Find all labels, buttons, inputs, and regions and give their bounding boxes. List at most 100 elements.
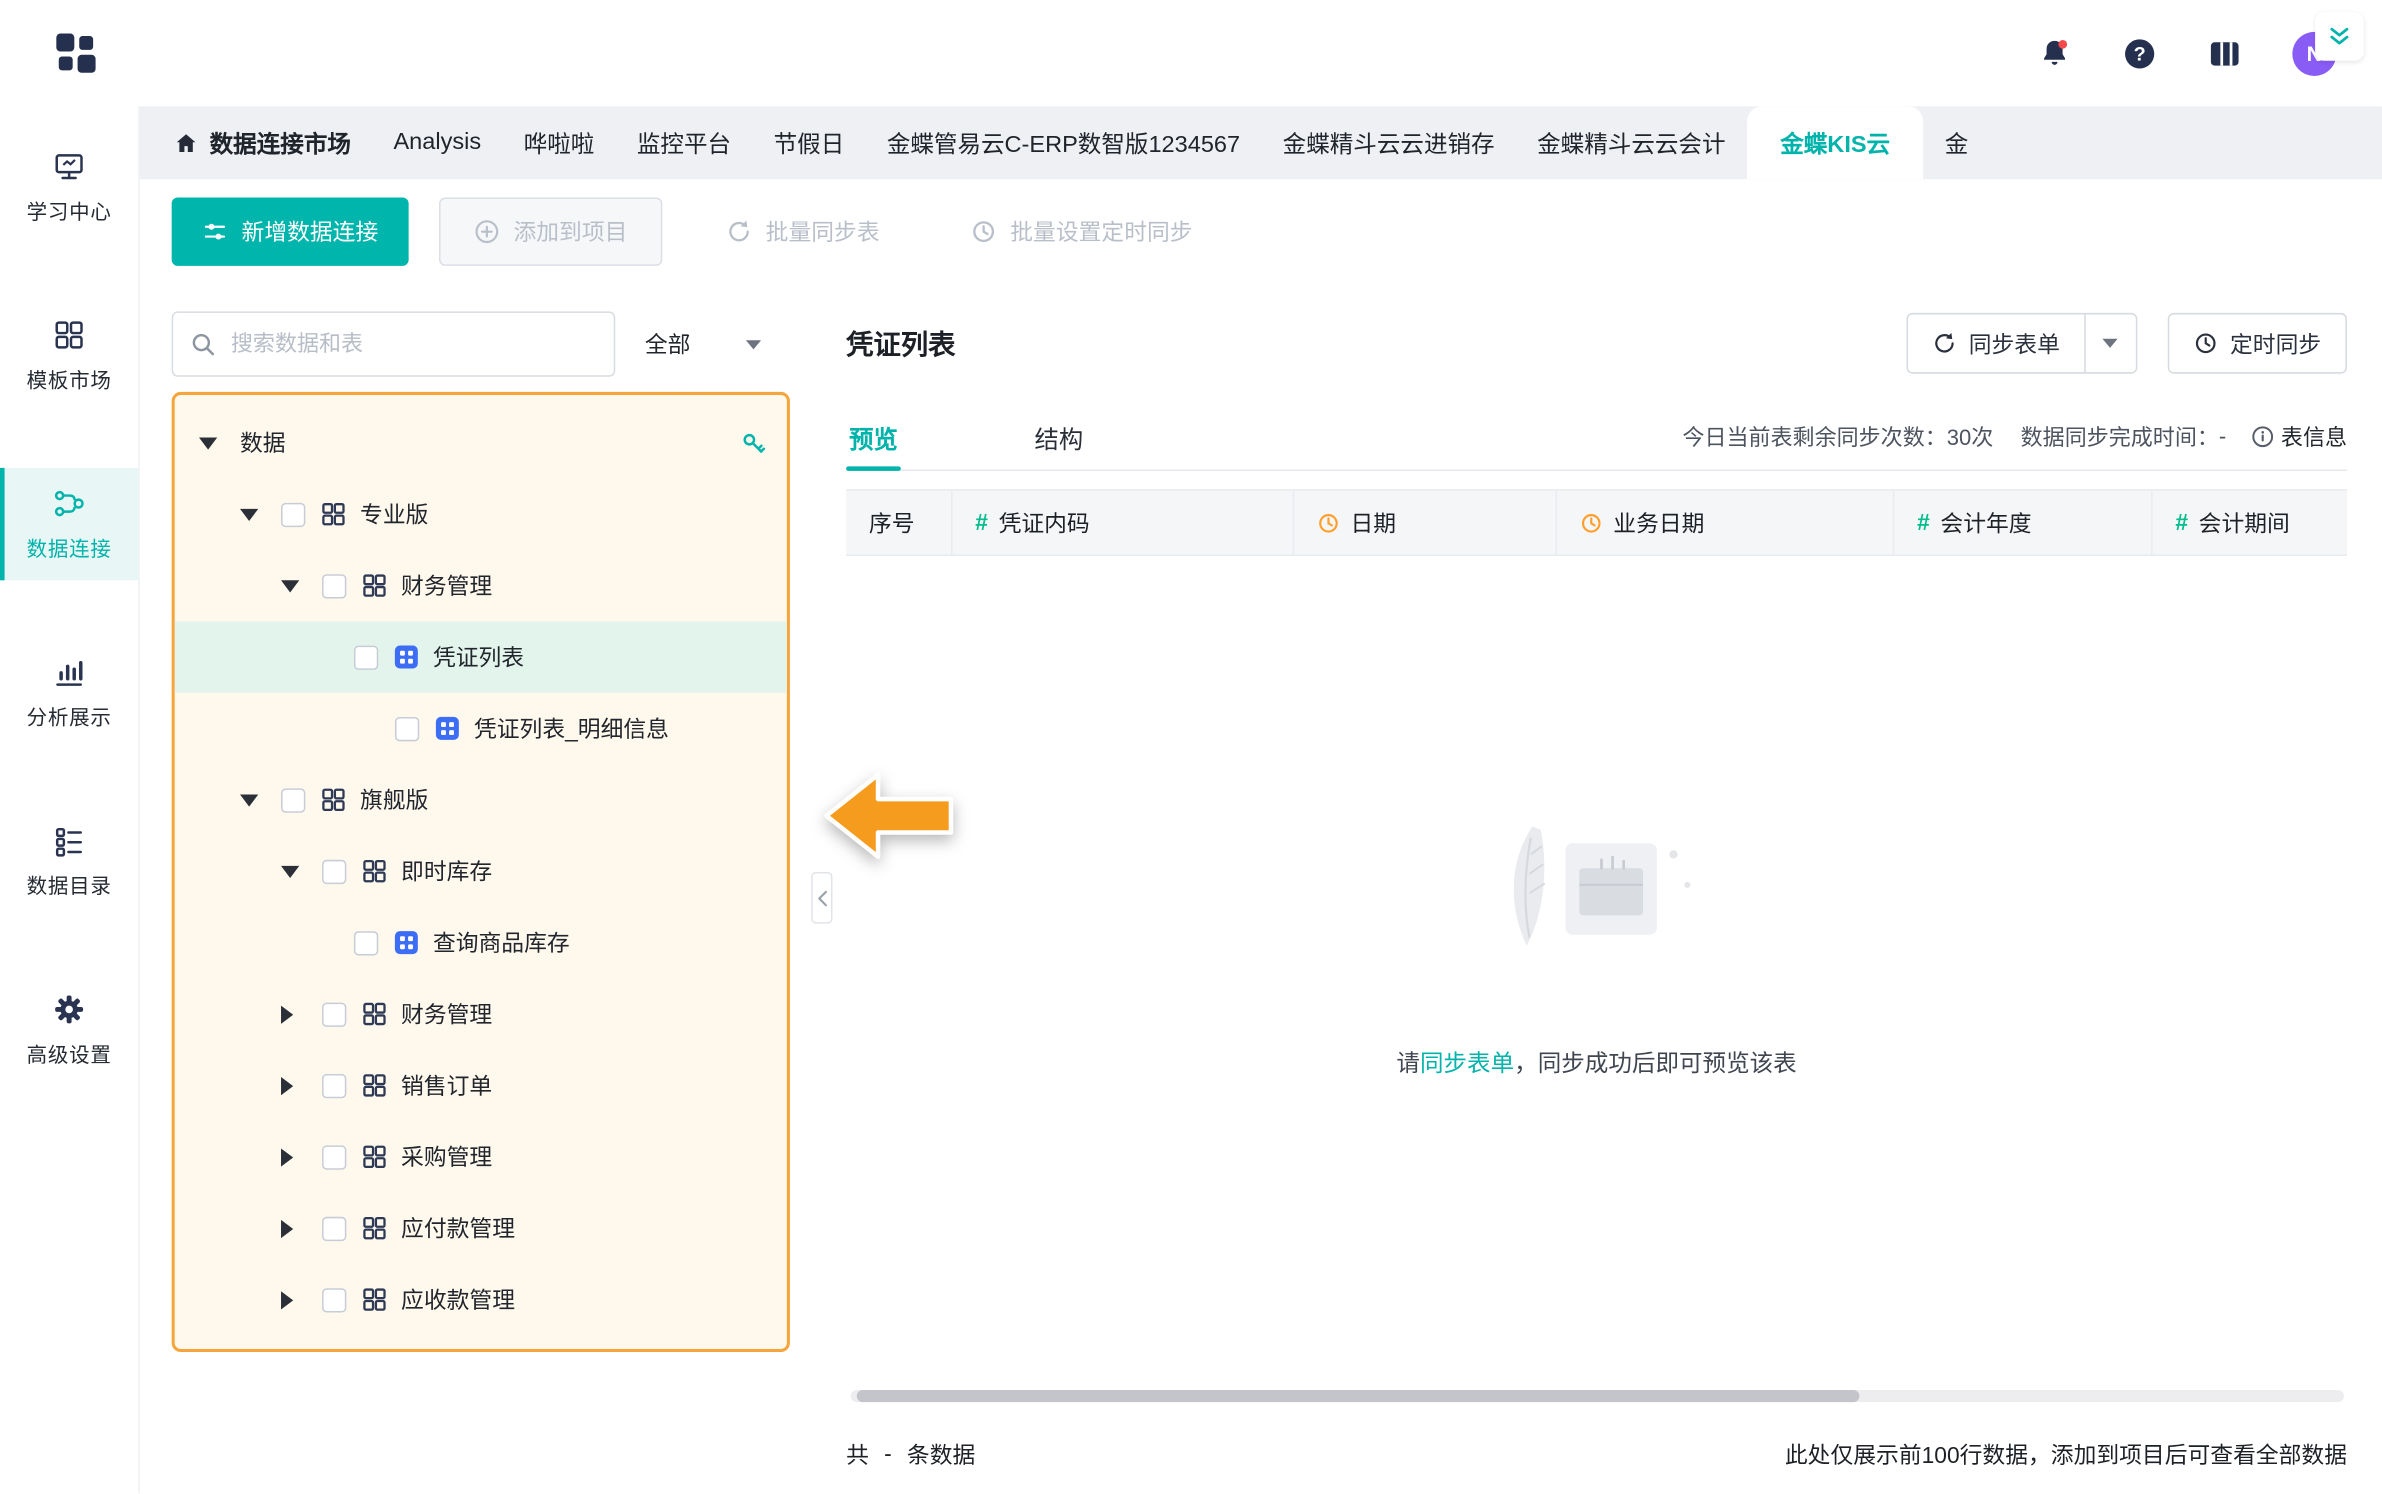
plus-circle-icon — [474, 219, 500, 245]
row-count: 共 - 条数据 — [846, 1438, 975, 1470]
connection-tab[interactable]: 金 — [1924, 106, 1990, 179]
caret-right-icon[interactable] — [281, 1005, 293, 1023]
layout-grid-icon[interactable] — [2207, 36, 2242, 71]
caret-right-icon[interactable] — [281, 1290, 293, 1308]
connection-tab[interactable]: 数据连接市场 — [170, 106, 372, 179]
timer-icon — [2194, 331, 2218, 355]
tree-node[interactable]: 凭证列表_明细信息 — [175, 693, 787, 764]
tree-node[interactable]: 应收款管理 — [175, 1264, 787, 1335]
caret-down-icon — [745, 340, 760, 349]
tree-checkbox[interactable] — [354, 930, 378, 954]
tree-node[interactable]: 财务管理 — [175, 550, 787, 621]
sidebar-item-data-connection[interactable]: 数据连接 — [0, 468, 138, 580]
dataset-icon — [321, 501, 347, 527]
connection-tab[interactable]: 金蝶精斗云云进销存 — [1261, 106, 1515, 179]
button-label: 批量同步表 — [766, 216, 880, 248]
connection-tab[interactable]: 监控平台 — [616, 106, 753, 179]
svg-text:?: ? — [2134, 43, 2146, 65]
sidebar-item-template-market[interactable]: 模板市场 — [0, 299, 138, 411]
table-icon — [393, 930, 419, 956]
horizontal-scrollbar[interactable] — [851, 1390, 2344, 1402]
sync-options-caret[interactable] — [2084, 314, 2136, 372]
sync-form-link[interactable]: 同步表单 — [1420, 1051, 1514, 1077]
tab-structure[interactable]: 结构 — [1031, 404, 1086, 469]
type-filter-dropdown[interactable]: 全部 — [615, 328, 790, 360]
sync-form-button[interactable]: 同步表单 — [1908, 314, 2084, 372]
clock-icon — [1317, 511, 1340, 534]
tree-checkbox[interactable] — [322, 573, 346, 597]
collapse-panel-handle[interactable] — [811, 872, 832, 924]
connection-tab[interactable]: 金蝶管易云C-ERP数智版1234567 — [866, 106, 1262, 179]
connection-tab-label: 节假日 — [774, 126, 845, 159]
add-to-project-button[interactable]: 添加到项目 — [439, 197, 662, 265]
view-tabs: 预览 结构 今日当前表剩余同步次数： 30次 数据同步完成时间： - 表信息 — [846, 404, 2347, 471]
column-label: 序号 — [869, 507, 915, 539]
sidebar-item-advanced-settings[interactable]: 高级设置 — [0, 974, 138, 1086]
tree-node[interactable]: 即时库存 — [175, 836, 787, 907]
notification-bell-icon[interactable] — [2037, 36, 2072, 71]
sync-remaining-label: 今日当前表剩余同步次数： — [1682, 421, 1946, 453]
batch-schedule-button[interactable]: 批量设置定时同步 — [959, 197, 1205, 265]
clock-icon — [1580, 511, 1603, 534]
connection-tab[interactable]: 节假日 — [752, 106, 865, 179]
connection-tab[interactable]: 哗啦啦 — [502, 106, 615, 179]
tree-checkbox[interactable] — [354, 645, 378, 669]
sidebar-item-analysis[interactable]: 分析展示 — [0, 637, 138, 749]
tree-node[interactable]: 财务管理 — [175, 978, 787, 1049]
tree-checkbox[interactable] — [281, 788, 305, 812]
search-input[interactable] — [172, 311, 616, 376]
tree-checkbox[interactable] — [395, 716, 419, 740]
caret-down-icon[interactable] — [199, 437, 217, 449]
tree-checkbox[interactable] — [322, 859, 346, 883]
new-data-connection-button[interactable]: 新增数据连接 — [172, 197, 409, 265]
caret-right-icon[interactable] — [281, 1219, 293, 1237]
dataset-icon — [362, 1215, 388, 1241]
caret-down-icon[interactable] — [240, 508, 258, 520]
chevron-double-down-icon — [2327, 24, 2351, 48]
tree-node[interactable]: 销售订单 — [175, 1050, 787, 1121]
caret-right-icon[interactable] — [281, 1076, 293, 1094]
permission-icon[interactable] — [740, 429, 767, 456]
tree-node[interactable]: 采购管理 — [175, 1121, 787, 1192]
scheduled-sync-button[interactable]: 定时同步 — [2168, 313, 2347, 374]
tree-node-label: 应收款管理 — [401, 1284, 515, 1316]
sync-remaining-value: 30次 — [1947, 421, 1994, 453]
caret-down-icon[interactable] — [281, 865, 299, 877]
caret-right-icon[interactable] — [281, 1148, 293, 1166]
tree-node-label: 采购管理 — [401, 1141, 492, 1173]
tree-checkbox[interactable] — [322, 1073, 346, 1097]
sidebar-item-data-catalog[interactable]: 数据目录 — [0, 805, 138, 917]
scrollbar-thumb[interactable] — [857, 1390, 1860, 1402]
table-info-button[interactable]: 表信息 — [2251, 421, 2347, 453]
tree-checkbox[interactable] — [281, 502, 305, 526]
tab-overflow-button[interactable] — [2315, 12, 2364, 61]
tree-node[interactable]: 应付款管理 — [175, 1192, 787, 1263]
app-logo[interactable] — [55, 32, 98, 75]
tree-node-label: 即时库存 — [401, 855, 492, 887]
tab-preview[interactable]: 预览 — [846, 404, 901, 469]
dataset-icon — [362, 1144, 388, 1170]
caret-down-icon[interactable] — [281, 580, 299, 592]
tree-checkbox[interactable] — [322, 1287, 346, 1311]
sidebar-item-label: 数据连接 — [27, 532, 112, 562]
column-label: 业务日期 — [1613, 507, 1704, 539]
tree-node[interactable]: 凭证列表 — [175, 621, 787, 692]
tree-checkbox[interactable] — [322, 1216, 346, 1240]
tree-node[interactable]: 数据 — [175, 407, 787, 478]
caret-down-icon[interactable] — [240, 794, 258, 806]
connection-tab[interactable]: 金蝶精斗云云会计 — [1516, 106, 1747, 179]
batch-sync-button[interactable]: 批量同步表 — [714, 197, 892, 265]
settings-icon — [52, 992, 87, 1027]
tree-checkbox[interactable] — [322, 1145, 346, 1169]
data-catalog-icon — [52, 823, 87, 858]
tree-node[interactable]: 查询商品库存 — [175, 907, 787, 978]
connection-tab[interactable]: Analysis — [372, 106, 502, 179]
help-icon[interactable]: ? — [2122, 36, 2157, 71]
dataset-icon — [362, 573, 388, 599]
sidebar-item-learning-center[interactable]: 学习中心 — [0, 131, 138, 243]
tree-node[interactable]: 旗舰版 — [175, 764, 787, 835]
tree-node-label: 应付款管理 — [401, 1212, 515, 1244]
tree-node[interactable]: 专业版 — [175, 479, 787, 550]
connection-tab[interactable]: 金蝶KIS云 — [1747, 106, 1924, 179]
tree-checkbox[interactable] — [322, 1002, 346, 1026]
